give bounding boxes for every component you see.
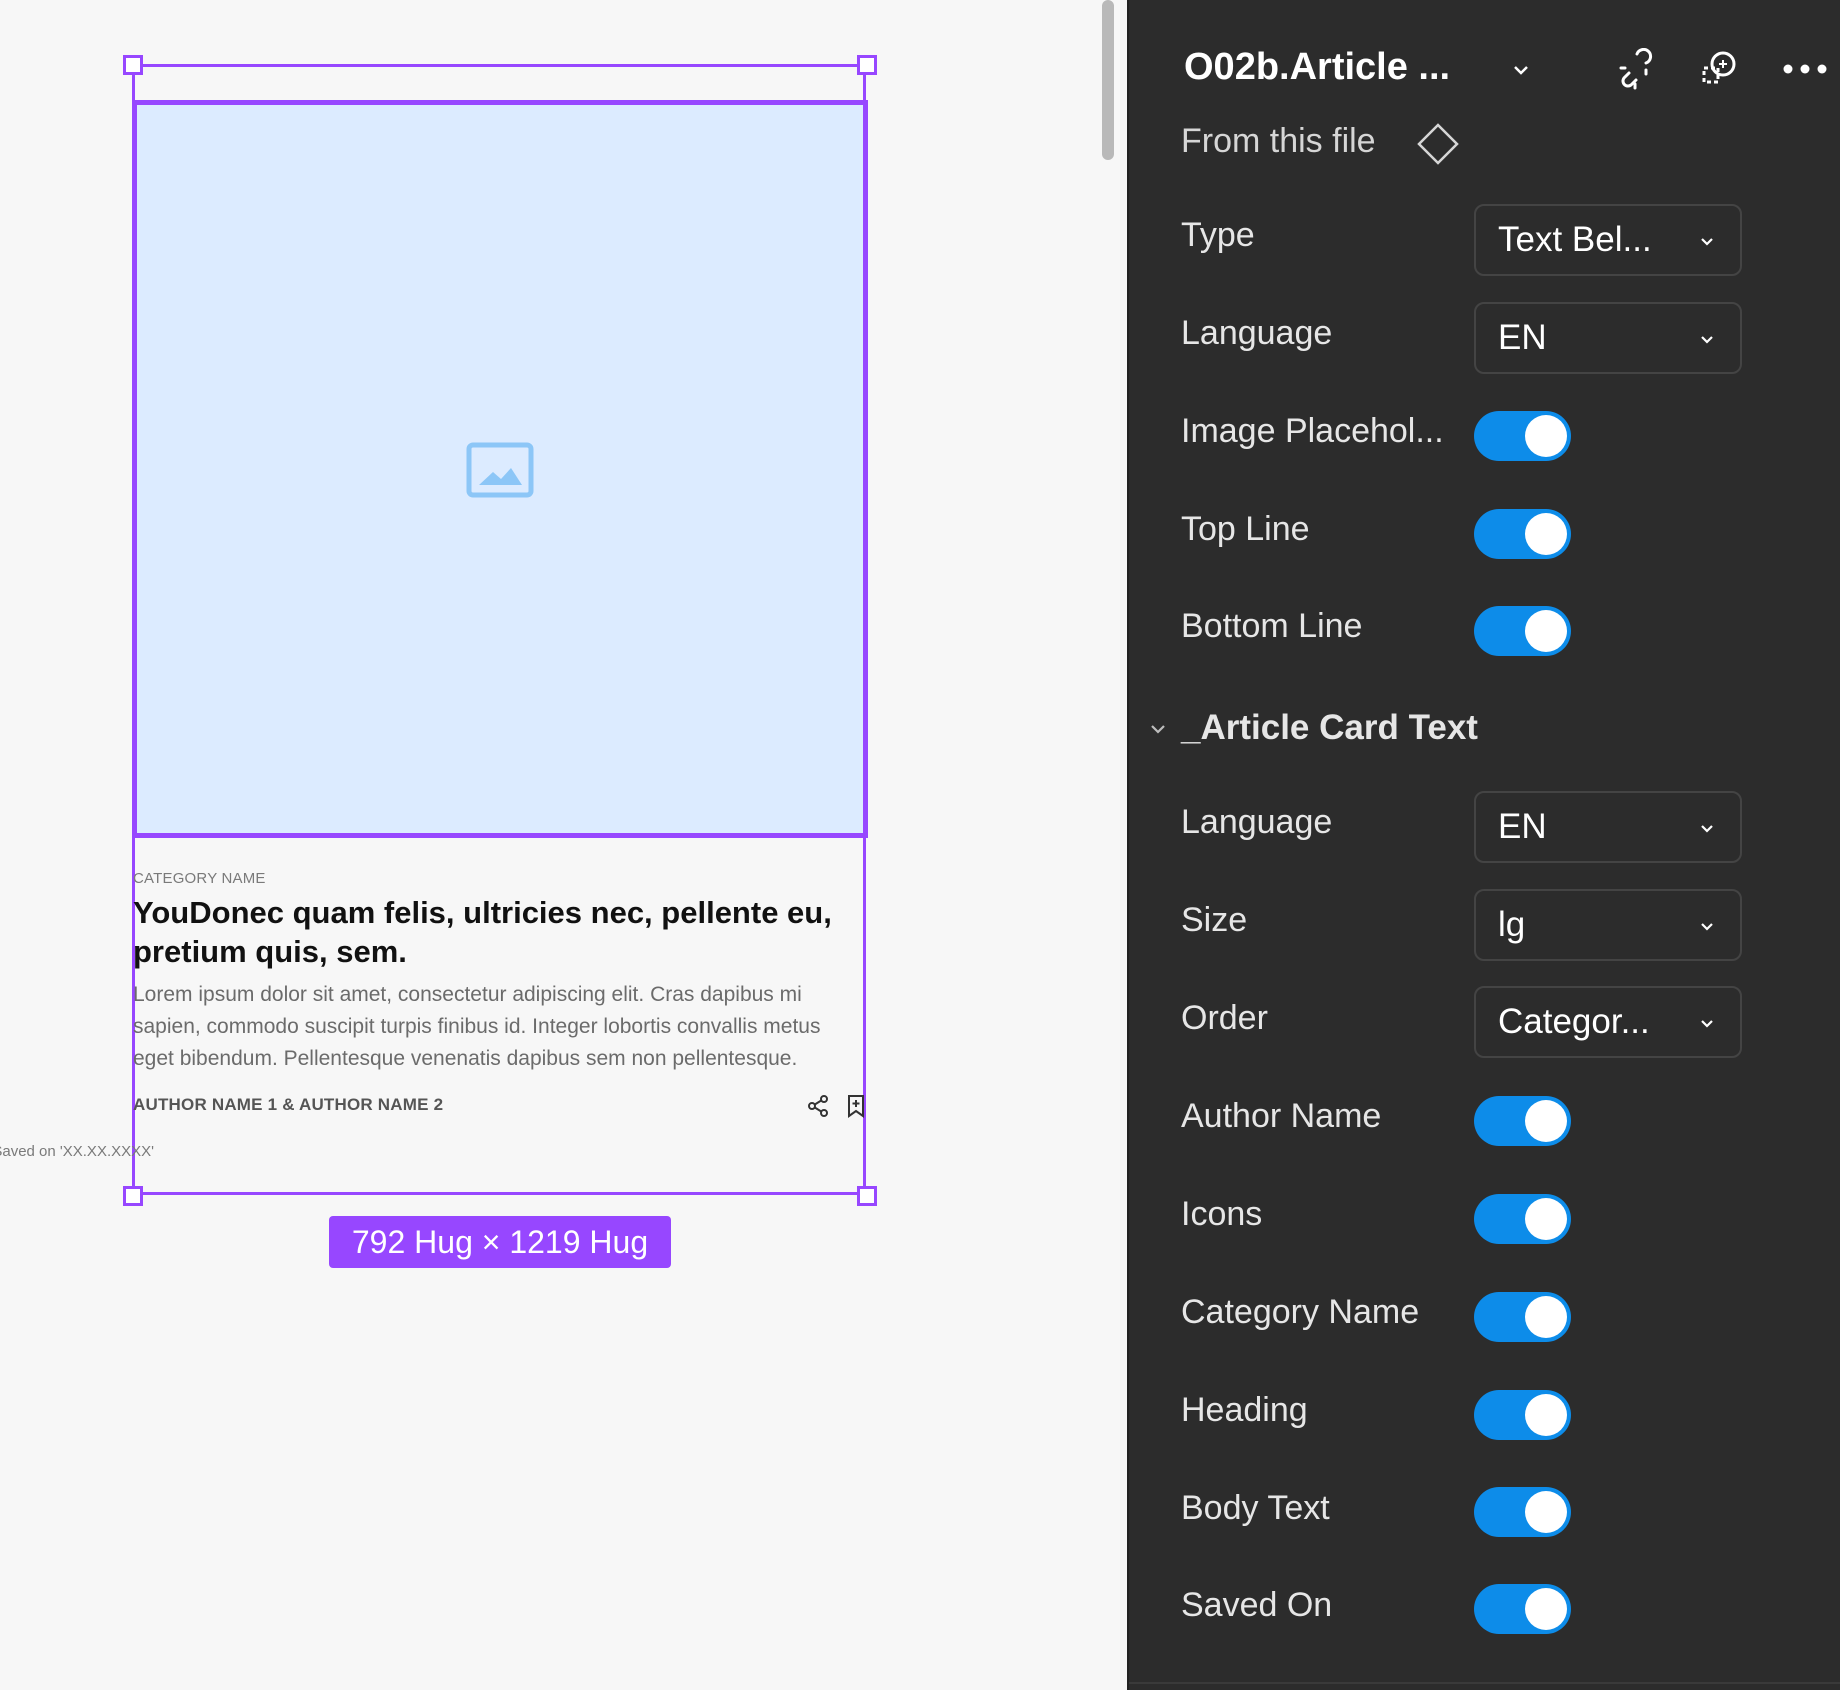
- component-diamond-icon[interactable]: [1416, 122, 1460, 166]
- section-language-value: EN: [1498, 807, 1547, 846]
- language-dropdown[interactable]: EN: [1474, 302, 1742, 374]
- saved-on-label: Saved On: [1181, 1586, 1333, 1624]
- toggle-knob: [1525, 1100, 1567, 1142]
- language-value: EN: [1498, 318, 1547, 357]
- order-label: Order: [1181, 999, 1268, 1037]
- resize-handle-bottom-right[interactable]: [857, 1186, 877, 1206]
- category-name: CATEGORY NAME: [133, 870, 266, 887]
- panel-divider: [1129, 1682, 1840, 1690]
- language-label: Language: [1181, 314, 1333, 352]
- toggle-knob: [1525, 610, 1567, 652]
- heading-label: Heading: [1181, 1391, 1308, 1429]
- chevron-down-icon: [1701, 923, 1713, 931]
- icons-label: Icons: [1181, 1195, 1263, 1233]
- chevron-down-icon[interactable]: [1509, 58, 1533, 82]
- top-line-toggle[interactable]: [1474, 509, 1571, 559]
- size-dropdown[interactable]: lg: [1474, 889, 1742, 961]
- resize-handle-top-left[interactable]: [123, 55, 143, 75]
- category-name-toggle[interactable]: [1474, 1292, 1571, 1342]
- bottom-line-toggle[interactable]: [1474, 606, 1571, 656]
- icons-toggle[interactable]: [1474, 1194, 1571, 1244]
- chevron-down-icon: [1701, 825, 1713, 833]
- chevron-down-icon: [1701, 1020, 1713, 1028]
- more-icon[interactable]: [1779, 48, 1831, 90]
- toggle-knob: [1525, 1588, 1567, 1630]
- section-language-label: Language: [1181, 803, 1333, 841]
- type-label: Type: [1181, 216, 1255, 254]
- size-badge: 792 Hug × 1219 Hug: [329, 1216, 671, 1268]
- size-label: Size: [1181, 901, 1248, 939]
- image-placeholder-toggle[interactable]: [1474, 411, 1571, 461]
- bottom-line-label: Bottom Line: [1181, 607, 1363, 645]
- design-canvas[interactable]: CATEGORY NAME YouDonec quam felis, ultri…: [0, 0, 1127, 1690]
- chevron-down-icon: [1701, 336, 1713, 344]
- author-name: AUTHOR NAME 1 & AUTHOR NAME 2: [133, 1095, 444, 1114]
- resize-handle-bottom-left[interactable]: [123, 1186, 143, 1206]
- body-text-toggle[interactable]: [1474, 1487, 1571, 1537]
- canvas-scrollbar[interactable]: [1102, 0, 1114, 160]
- section-collapse-chevron-icon[interactable]: [1147, 718, 1169, 740]
- source-file-label: From this file: [1181, 122, 1376, 160]
- swap-instance-icon[interactable]: [1699, 48, 1741, 90]
- author-name-toggle[interactable]: [1474, 1096, 1571, 1146]
- resize-handle-top-right[interactable]: [857, 55, 877, 75]
- toggle-knob: [1525, 1394, 1567, 1436]
- toggle-knob: [1525, 1491, 1567, 1533]
- image-placeholder-icon: [466, 442, 534, 498]
- type-dropdown[interactable]: Text Bel...: [1474, 204, 1742, 276]
- chevron-down-icon: [1701, 238, 1713, 246]
- section-title[interactable]: _Article Card Text: [1181, 708, 1478, 748]
- image-placeholder-label: Image Placehol...: [1181, 412, 1444, 450]
- saved-on-text: Saved on 'XX.XX.XXXX': [0, 1143, 154, 1160]
- saved-on-toggle[interactable]: [1474, 1584, 1571, 1634]
- order-dropdown[interactable]: Categor...: [1474, 986, 1742, 1058]
- toggle-knob: [1525, 513, 1567, 555]
- toggle-knob: [1525, 415, 1567, 457]
- section-language-dropdown[interactable]: EN: [1474, 791, 1742, 863]
- top-line-label: Top Line: [1181, 510, 1310, 548]
- body-text-label: Body Text: [1181, 1489, 1330, 1527]
- category-name-label: Category Name: [1181, 1293, 1420, 1331]
- heading-toggle[interactable]: [1474, 1390, 1571, 1440]
- bookmark-icon[interactable]: [846, 1094, 866, 1118]
- detach-instance-icon[interactable]: [1615, 48, 1657, 90]
- author-name-label: Author Name: [1181, 1097, 1382, 1135]
- order-value: Categor...: [1498, 1002, 1650, 1041]
- article-heading: YouDonec quam felis, ultricies nec, pell…: [133, 895, 832, 969]
- toggle-knob: [1525, 1198, 1567, 1240]
- share-icon[interactable]: [806, 1094, 830, 1118]
- size-value: lg: [1498, 905, 1526, 944]
- article-body-text: Lorem ipsum dolor sit amet, consectetur …: [133, 983, 821, 1070]
- type-value: Text Bel...: [1498, 220, 1652, 259]
- properties-panel: O02b.Article ... From this file Type Tex…: [1127, 0, 1840, 1690]
- component-title[interactable]: O02b.Article ...: [1184, 46, 1450, 89]
- toggle-knob: [1525, 1296, 1567, 1338]
